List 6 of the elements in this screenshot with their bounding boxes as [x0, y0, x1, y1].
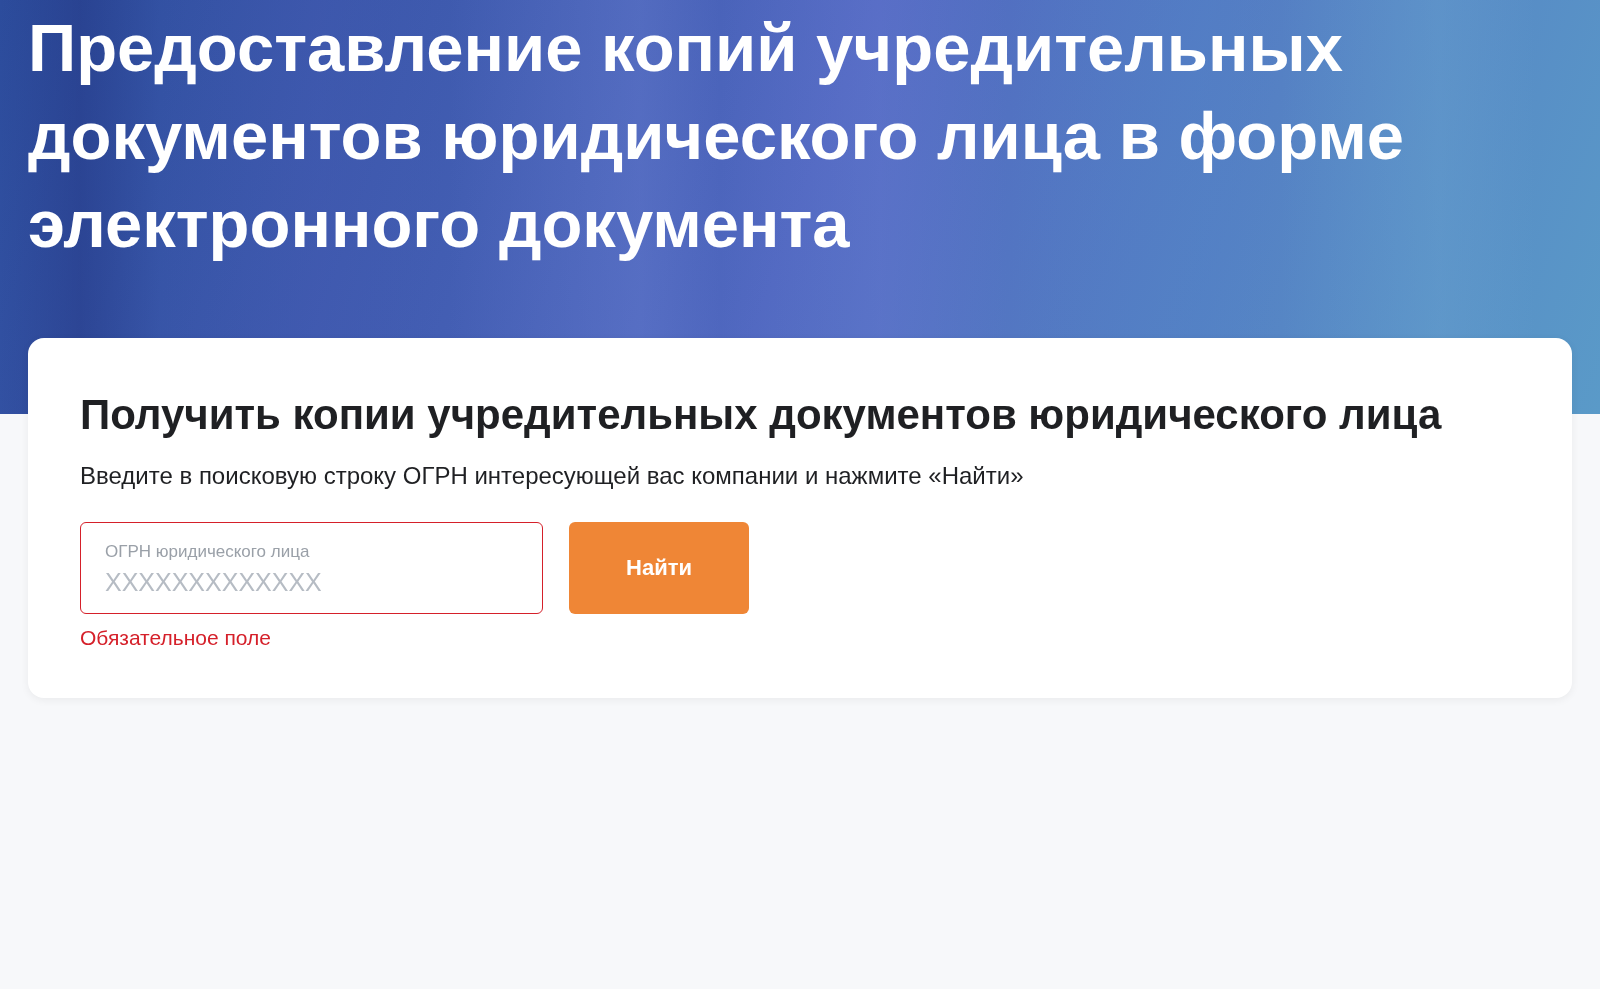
find-button[interactable]: Найти [569, 522, 749, 614]
card-heading: Получить копии учредительных документов юридического лица [80, 390, 1443, 440]
instruction-text: Введите в поисковую строку ОГРН интересующей вас компании и нажмите «Найти» [80, 462, 1025, 490]
page-title: Предоставление копий учредительных документов юридического лица в форме электронного документа [28, 9, 1406, 263]
error-message: Обязательное поле [80, 626, 272, 650]
field-label: ОГРН юридического лица [105, 542, 310, 562]
